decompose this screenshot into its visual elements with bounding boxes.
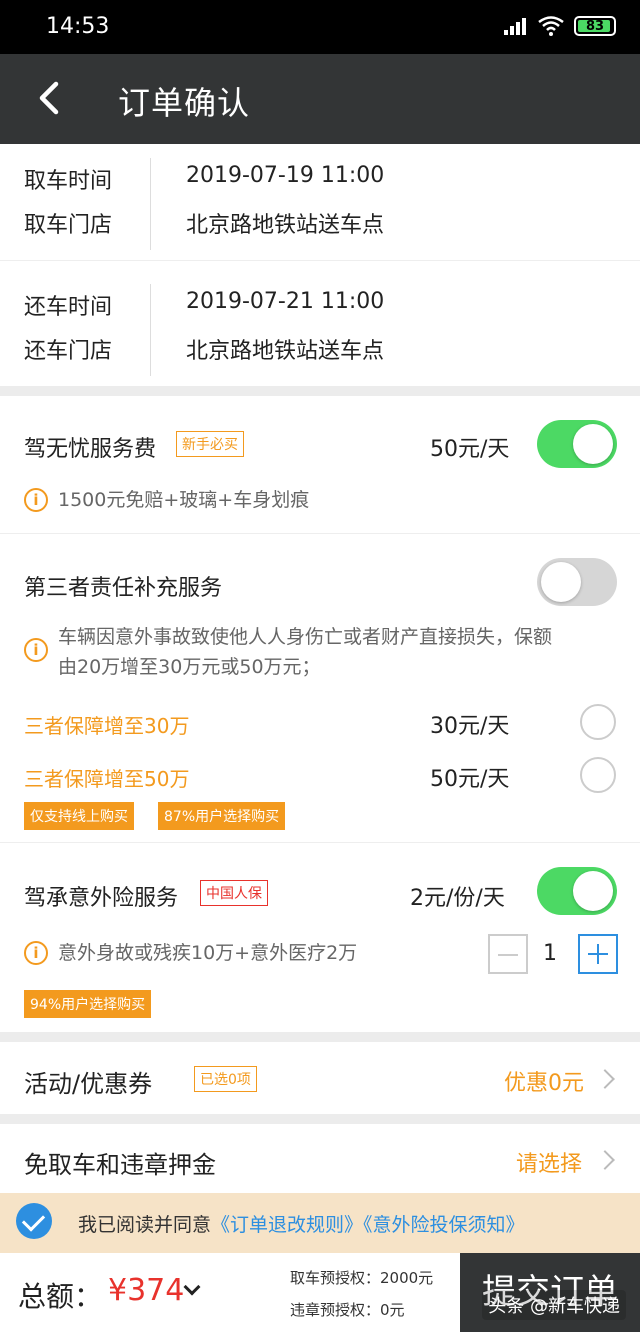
accident-title: 驾承意外险服务 (24, 886, 179, 911)
accident-price: 2元/份/天 (410, 886, 505, 911)
quantity-plus-button[interactable] (578, 934, 618, 974)
battery-icon: 83 (574, 16, 616, 36)
accident-toggle[interactable] (537, 867, 617, 915)
agreement-text: 我已阅读并同意 (78, 1214, 212, 1236)
return-store-label: 还车门店 (24, 339, 113, 364)
battery-level: 83 (585, 18, 605, 34)
worry-free-toggle[interactable] (537, 420, 617, 468)
status-time: 14:53 (46, 14, 110, 39)
info-icon: i (24, 638, 48, 662)
deposit-value: 请选择 (516, 1152, 583, 1177)
accident-tag: 中国人保 (200, 880, 268, 906)
deposit-label: 免取车和违章押金 (24, 1151, 216, 1179)
watermark: 头条 @新车快递 (482, 1290, 626, 1320)
badge: 87%用户选择购买 (158, 802, 286, 830)
badge: 94%用户选择购买 (24, 990, 152, 1018)
page-title: 订单确认 (118, 84, 251, 122)
accident-note: 意外身故或残疾10万+意外医疗2万 (58, 942, 358, 964)
refund-rules-link[interactable]: 《订单退改规则》 (211, 1214, 363, 1236)
rental-info-card: 取车时间 2019-07-19 11:00 取车门店 北京路地铁站送车点 还车时… (0, 144, 640, 386)
badge: 仅支持线上购买 (24, 802, 134, 830)
worry-free-tag: 新手必买 (176, 431, 244, 457)
third-party-note-line1: 车辆因意外事故致使他人人身伤亡或者财产直接损失，保额 (58, 626, 553, 648)
status-icons: 83 (504, 16, 616, 36)
quantity-value: 1 (543, 941, 557, 966)
worry-free-title: 驾无忧服务费 (24, 437, 157, 462)
third-party-toggle[interactable] (537, 558, 617, 606)
signal-icon (504, 17, 528, 35)
return-store-value: 北京路地铁站送车点 (186, 339, 385, 364)
chevron-down-icon[interactable] (183, 1278, 201, 1296)
third-party-option-radio[interactable] (580, 757, 616, 793)
back-arrow-icon[interactable] (30, 78, 70, 118)
total-value: ¥374 (108, 1273, 185, 1308)
agreement-text-line: 我已阅读并同意《订单退改规则》《意外险投保须知》 (78, 1210, 525, 1237)
coupon-value: 优惠0元 (504, 1071, 584, 1096)
coupon-label: 活动/优惠券 (24, 1070, 153, 1098)
pickup-time-value: 2019-07-19 11:00 (186, 163, 385, 188)
worry-free-note: 1500元免赔+玻璃+车身划痕 (58, 489, 310, 511)
worry-free-price: 50元/天 (430, 437, 510, 462)
third-party-option-label: 三者保障增至30万 (24, 714, 190, 738)
third-party-option-label: 三者保障增至50万 (24, 767, 190, 791)
nav-bar: 订单确认 (0, 54, 640, 144)
pickup-auth: 取车预授权：2000元 (290, 1269, 434, 1287)
info-icon: i (24, 488, 48, 512)
third-party-option-radio[interactable] (580, 704, 616, 740)
deposit-row[interactable]: 免取车和违章押金 请选择 (0, 1124, 640, 1193)
pickup-time-label: 取车时间 (24, 169, 113, 194)
total-label: 总额： (18, 1280, 103, 1313)
agreement-bar: 我已阅读并同意《订单退改规则》《意外险投保须知》 (0, 1193, 640, 1253)
chevron-right-icon (595, 1150, 615, 1170)
info-icon: i (24, 941, 48, 965)
third-party-option-price: 50元/天 (430, 767, 510, 792)
insurance-notice-link[interactable]: 《意外险投保须知》 (363, 1214, 525, 1236)
coupon-row[interactable]: 活动/优惠券 已选0项 优惠0元 (0, 1042, 640, 1114)
third-party-note-line2: 由20万增至30万元或50万元； (58, 656, 321, 678)
coupon-tag: 已选0项 (194, 1066, 257, 1092)
violation-auth: 违章预授权：0元 (290, 1301, 405, 1319)
return-time-label: 还车时间 (24, 295, 113, 320)
services-card: 驾无忧服务费 新手必买 50元/天 i 1500元免赔+玻璃+车身划痕 第三者责… (0, 396, 640, 1032)
chevron-right-icon (595, 1069, 615, 1089)
wifi-icon (538, 16, 564, 36)
pickup-store-value: 北京路地铁站送车点 (186, 213, 385, 238)
quantity-minus-button[interactable] (488, 934, 528, 974)
third-party-title: 第三者责任补充服务 (24, 576, 223, 601)
status-bar: 14:53 83 (0, 0, 640, 54)
third-party-option-price: 30元/天 (430, 714, 510, 739)
agree-checkbox[interactable] (16, 1203, 52, 1239)
pickup-store-label: 取车门店 (24, 213, 113, 238)
return-time-value: 2019-07-21 11:00 (186, 289, 385, 314)
